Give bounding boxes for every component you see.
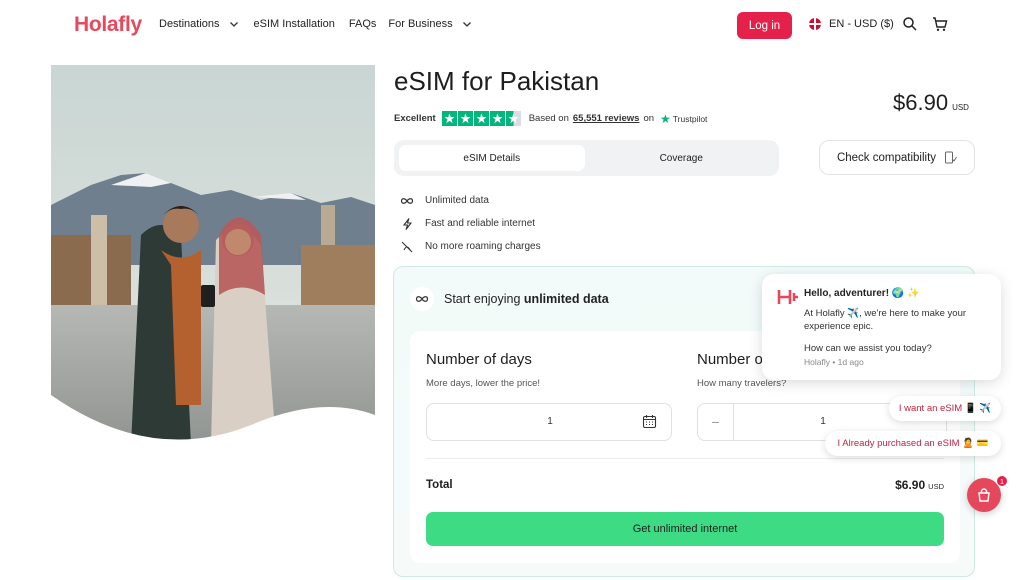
trustpilot-star-icon: ★ <box>660 111 671 126</box>
check-compatibility-button[interactable]: Check compatibility <box>819 140 975 175</box>
nav-faqs-label: FAQs <box>348 18 377 30</box>
nav-for-business-label: For Business <box>388 18 453 30</box>
chat-meta: Holafly • 1d ago <box>804 357 864 367</box>
locale-selector[interactable]: EN - USD ($) <box>809 18 894 30</box>
hero-image <box>51 65 375 455</box>
total-price: $6.90 USD <box>895 478 944 492</box>
booking-heading-strong: unlimited data <box>523 292 609 306</box>
login-button[interactable]: Log in <box>737 12 792 39</box>
star-icon <box>473 111 489 126</box>
price-value: $6.90 <box>893 90 949 115</box>
check-compatibility-label: Check compatibility <box>836 151 937 164</box>
page-title: eSIM for Pakistan <box>394 66 600 96</box>
booking-heading-prefix: Start enjoying <box>444 292 524 306</box>
chat-option-want-esim[interactable]: I want an eSIM 📱 ✈️ <box>889 396 1001 421</box>
feature-item: Fast and reliable internet <box>399 212 541 235</box>
divider <box>426 458 944 459</box>
days-subtitle: More days, lower the price! <box>426 378 541 389</box>
lightning-icon <box>399 217 415 230</box>
rating-label: Excellent <box>394 113 436 124</box>
search-icon[interactable] <box>902 16 918 32</box>
half-star-icon <box>505 111 521 126</box>
locale-label: EN - USD ($) <box>829 18 894 30</box>
product-price: $6.90 USD <box>893 90 969 116</box>
price-currency: USD <box>952 103 969 112</box>
minus-button[interactable]: − <box>698 404 734 440</box>
trustpilot-rating: Excellent Based on 65,551 reviews on ★ T… <box>394 111 707 126</box>
feature-item: No more roaming charges <box>399 235 541 258</box>
feature-label: No more roaming charges <box>425 241 541 252</box>
feature-list: Unlimited data Fast and reliable interne… <box>399 189 541 258</box>
rating-on: on <box>643 113 655 124</box>
notification-badge: 1 <box>996 475 1008 487</box>
chevron-down-icon <box>462 22 471 27</box>
main-nav: Destinations eSIM Installation FAQs For … <box>159 18 487 30</box>
uk-flag-icon <box>809 18 821 30</box>
calendar-icon[interactable] <box>642 414 657 429</box>
product-tabs: eSIM Details Coverage <box>394 140 779 176</box>
star-icon <box>457 111 473 126</box>
infinity-icon <box>399 197 415 205</box>
booking-heading: Start enjoying unlimited data <box>410 287 609 311</box>
days-title: Number of days <box>426 351 532 368</box>
holafly-h-icon <box>777 290 798 304</box>
total-currency: USD <box>928 482 944 491</box>
feature-label: Fast and reliable internet <box>425 218 536 229</box>
days-value: 1 <box>547 416 553 427</box>
tab-esim-details[interactable]: eSIM Details <box>399 145 585 171</box>
holafly-logo[interactable]: Holafly <box>74 13 142 37</box>
chat-option-already-purchased[interactable]: I Already purchased an eSIM 🙎 💳 <box>825 431 1001 456</box>
trustpilot-label: Trustpilot <box>672 113 708 124</box>
phone-check-icon <box>945 151 957 164</box>
site-header: Holafly Destinations eSIM Installation F… <box>0 0 1024 50</box>
nav-faqs[interactable]: FAQs <box>349 18 377 30</box>
rating-based-on: Based on <box>528 113 569 124</box>
chat-question: How can we assist you today? <box>804 343 932 354</box>
days-input[interactable]: 1 <box>426 403 672 441</box>
chat-greeting: Hello, adventurer! 🌍 ✨ <box>804 288 920 299</box>
travelers-value: 1 <box>820 416 826 427</box>
nav-esim-installation-label: eSIM Installation <box>253 18 335 30</box>
chevron-down-icon <box>229 22 238 27</box>
tab-coverage[interactable]: Coverage <box>589 145 775 171</box>
cart-icon[interactable] <box>932 16 948 32</box>
infinity-icon <box>410 287 434 311</box>
nav-destinations-label: Destinations <box>159 18 220 30</box>
total-value: $6.90 <box>895 478 926 492</box>
chat-message-bubble[interactable]: Hello, adventurer! 🌍 ✨ At Holafly ✈️, we… <box>762 274 1001 380</box>
feature-label: Unlimited data <box>425 195 489 206</box>
star-icon <box>489 111 505 126</box>
travelers-title: Number o <box>697 351 763 368</box>
nav-destinations[interactable]: Destinations <box>159 18 240 30</box>
get-unlimited-internet-button[interactable]: Get unlimited internet <box>426 512 944 546</box>
no-roaming-icon <box>399 241 415 253</box>
rating-stars <box>441 111 521 126</box>
feature-item: Unlimited data <box>399 189 541 212</box>
chat-bag-icon <box>978 488 990 502</box>
reviews-link[interactable]: 65,551 reviews <box>573 113 640 124</box>
chat-body: At Holafly ✈️, we're here to make your e… <box>804 308 967 332</box>
nav-for-business[interactable]: For Business <box>388 18 472 30</box>
nav-esim-installation[interactable]: eSIM Installation <box>254 18 335 30</box>
total-label: Total <box>426 479 453 491</box>
star-icon <box>441 111 457 126</box>
